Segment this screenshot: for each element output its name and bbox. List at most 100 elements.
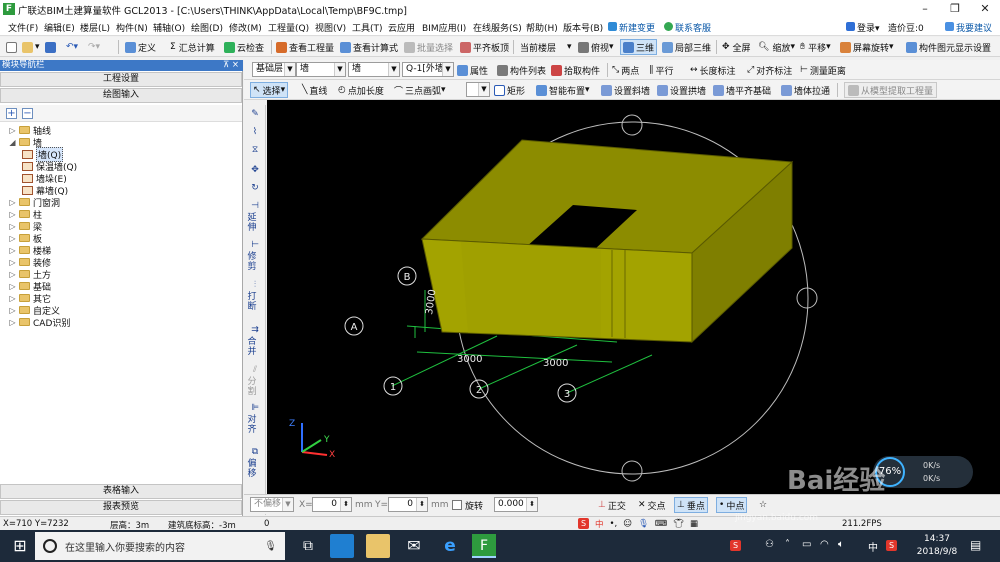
sum-calc-button[interactable]: Σ 汇总计算 [170,39,215,55]
top-view-button[interactable]: 俯视 ▾ [578,39,614,55]
view-quantity-button[interactable]: 查看工程量 [276,39,334,55]
menu-view[interactable]: 视图(V) [315,21,346,34]
app-window-icon[interactable] [330,534,354,558]
menu-online[interactable]: 在线服务(S) [473,21,522,34]
rotate-checkbox[interactable]: 旋转 [452,497,483,513]
set-arch-wall-button[interactable]: 设置拱墙 [657,82,706,98]
floor-dropdown-icon[interactable]: ▾ [567,39,572,55]
redo-icon[interactable]: ↷▾ [88,39,100,55]
move-icon[interactable]: ✥ [246,165,264,175]
menu-cloud[interactable]: 云应用 [388,21,415,34]
price-bean[interactable]: 造价豆:0 [888,21,924,34]
expand-arrow-icon[interactable]: ▷ [8,198,17,207]
type-select[interactable]: 墙 ▼ [296,62,346,77]
close-button[interactable]: ✕ [970,0,1000,18]
expand-arrow-icon[interactable]: ▷ [8,294,17,303]
new-file-icon[interactable] [6,39,19,55]
expand-arrow-icon[interactable]: ▷ [8,234,17,243]
tray-people-icon[interactable]: ⚇ [765,539,774,550]
taskbar-clock[interactable]: 14:37 2018/9/8 [912,533,962,559]
collapse-all-icon[interactable]: − [22,108,33,119]
menu-edit[interactable]: 编辑(E) [44,21,75,34]
expand-arrow-icon[interactable]: ▷ [8,306,17,315]
offset-icon[interactable]: ⧉ [246,447,264,457]
tree-item[interactable]: 保温墙(Q) [22,160,77,173]
point-length-button[interactable]: ◴ 点加长度 [338,82,384,98]
x-input[interactable]: 0 ⬍ [312,497,352,512]
menu-version[interactable]: 版本号(B) [563,21,603,34]
tree-item[interactable]: ▷ 门窗洞 [8,196,60,209]
tree-item[interactable]: 幕墙(Q) [22,184,68,197]
network-widget[interactable]: 76% 0K/s 0K/s [873,456,973,488]
suggest-button[interactable]: 我要建议 [945,21,992,34]
panel-pin-close-icon[interactable]: ⊼ × [223,60,239,71]
align-button[interactable]: 对齐 [246,415,258,435]
menu-new-change[interactable]: 新建变更 [608,21,655,34]
orbit-handle-bottom[interactable] [621,460,643,482]
notification-icon[interactable]: ▤ [970,538,981,552]
tray-wifi-icon[interactable]: ◠ [820,539,829,550]
menu-quantity[interactable]: 工程量(Q) [268,21,309,34]
wall-box[interactable] [420,139,794,344]
task-view-icon[interactable]: ⧉ [296,534,320,558]
login-button[interactable]: 登录▾ [846,21,880,34]
cloud-check-button[interactable]: 云检查 [224,39,264,55]
expand-arrow-icon[interactable]: ▷ [8,246,17,255]
emoji-icon[interactable]: ☺ [623,519,632,529]
keyboard-icon[interactable]: ⌨ [655,519,667,529]
extend-button[interactable]: 延伸 [246,213,258,233]
tree-item[interactable]: 墙垛(E) [22,172,67,185]
properties-button[interactable]: 属性 [457,62,488,78]
three-d-button[interactable]: 三维 [620,39,658,55]
tree-item[interactable]: ▷ CAD识别 [8,316,70,329]
tree-item[interactable]: ▷ 轴线 [8,124,51,137]
fullscreen-button[interactable]: ✥ 全屏 [722,39,751,55]
open-file-icon[interactable]: ▾ [22,39,40,55]
rotate-icon[interactable]: ↻ [246,183,264,193]
expand-arrow-icon[interactable]: ▷ [8,270,17,279]
y-input[interactable]: 0 ⬍ [388,497,428,512]
save-icon[interactable] [45,39,58,55]
ime-lang[interactable]: 中 [595,518,604,530]
tray-volume-icon[interactable]: 🔈︎ [838,539,844,550]
tree-item[interactable]: ▷ 柱 [8,208,42,221]
line-button[interactable]: ╲ 直线 [302,82,327,98]
tree-item[interactable]: ▷ 装修 [8,256,51,269]
undo-icon[interactable]: ↶▾ [66,39,78,55]
mic-icon[interactable]: 🎙︎ [264,541,277,552]
grid-icon[interactable]: ▦ [690,519,698,529]
menu-help[interactable]: 帮助(H) [526,21,558,34]
expand-arrow-icon[interactable]: ▷ [8,126,17,135]
gcl-app-icon[interactable]: F [472,534,496,558]
menu-modify[interactable]: 修改(M) [229,21,262,34]
aligned-dim-button[interactable]: ⤢ 对齐标注 [747,62,792,78]
expand-arrow-icon[interactable]: ▷ [8,258,17,267]
extract-from-model-button[interactable]: 从模型提取工程量 [844,82,938,98]
expand-arrow-icon[interactable]: ▷ [8,318,17,327]
merge-icon[interactable]: ⇉ [246,325,264,335]
snap-more-icon[interactable]: ☆ [759,497,767,513]
two-points-button[interactable]: ⤡ 两点 [612,62,639,78]
perpendicular-toggle[interactable]: ⊥ 垂点 [674,497,708,513]
define-button[interactable]: 定义 [125,39,156,55]
shirt-icon[interactable]: 👕︎ [673,519,684,529]
tray-chevron-icon[interactable]: ˄ [785,539,790,550]
current-floor-button[interactable]: 当前楼层 [520,39,556,55]
orbit-handle-right[interactable] [796,287,818,309]
tree-item[interactable]: ▷ 板 [8,232,42,245]
taskbar-search[interactable]: 在这里输入你要搜索的内容 🎙︎ [35,532,285,560]
expand-arrow-icon[interactable]: ▷ [8,210,17,219]
batch-select-button[interactable]: 批量选择 [404,39,453,55]
orbit-handle-top[interactable] [621,114,643,136]
brush-icon[interactable]: ⌇ [246,127,264,137]
break-button[interactable]: 打断 [246,292,258,312]
file-explorer-icon[interactable] [366,534,390,558]
local-3d-button[interactable]: 局部三维 [662,39,711,55]
measure-distance-button[interactable]: ⊢ 测量距离 [800,62,846,78]
table-input-button[interactable]: 表格输入 [0,484,242,499]
zoom-button[interactable]: 🔍︎ 缩放 ▾ [758,39,795,55]
punctuation-icon[interactable]: •, [610,519,618,529]
report-preview-button[interactable]: 报表预览 [0,500,242,515]
screen-rotate-button[interactable]: 屏幕旋转 ▾ [840,39,894,55]
expand-all-icon[interactable]: + [6,108,17,119]
